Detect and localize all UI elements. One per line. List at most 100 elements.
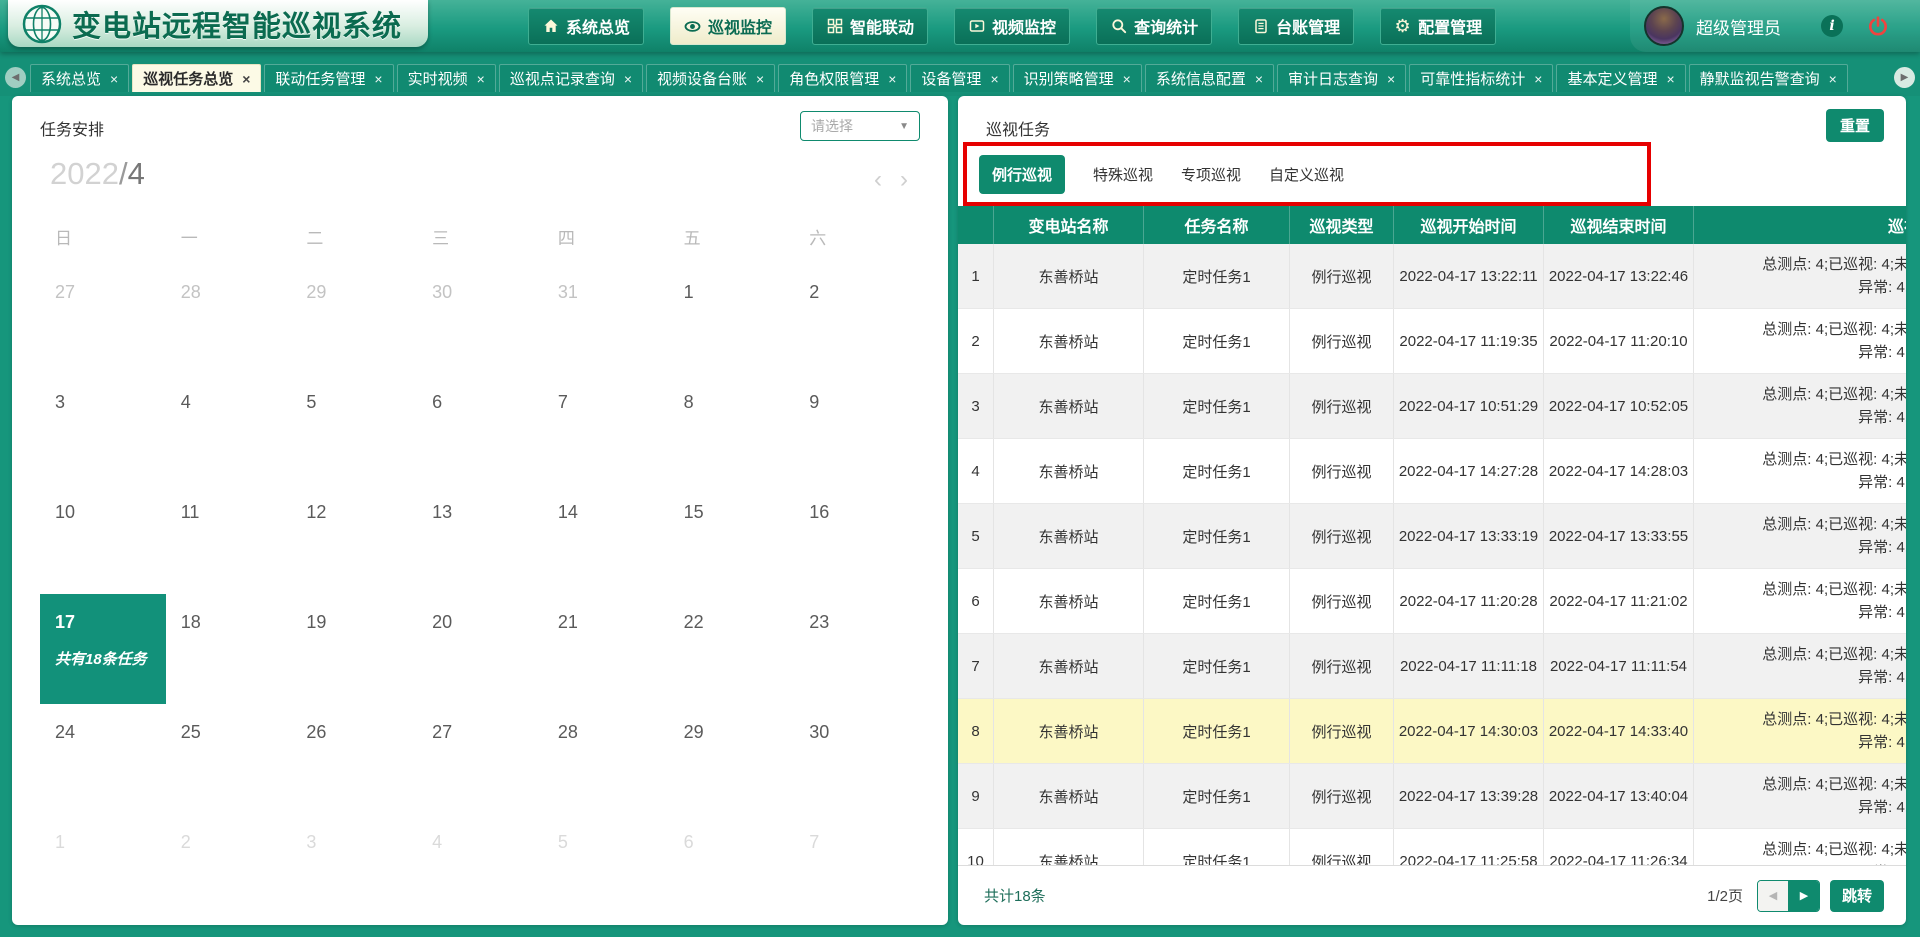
calendar-day[interactable]: 27 xyxy=(417,704,543,814)
tab-close-icon[interactable]: × xyxy=(1829,71,1837,87)
tab-close-icon[interactable]: × xyxy=(624,71,632,87)
next-page-icon[interactable]: ▶ xyxy=(1789,881,1819,911)
calendar-day[interactable]: 12 xyxy=(291,484,417,594)
nav-inspection-monitor[interactable]: 巡视监控 xyxy=(670,7,786,45)
tab[interactable]: 静默监视告警查询× xyxy=(1689,64,1848,92)
power-icon[interactable] xyxy=(1867,15,1889,37)
tab-close-icon[interactable]: × xyxy=(1534,71,1542,87)
calendar-day[interactable]: 4 xyxy=(417,814,543,924)
tab-close-icon[interactable]: × xyxy=(990,71,998,87)
tab[interactable]: 实时视频× xyxy=(397,64,496,92)
calendar-prev-icon[interactable]: ‹ xyxy=(874,168,882,192)
tab[interactable]: 基本定义管理× xyxy=(1556,64,1685,92)
task-filter-select[interactable]: 请选择 ▼ xyxy=(800,111,920,141)
calendar-day[interactable]: 2 xyxy=(166,814,292,924)
calendar-day[interactable]: 3 xyxy=(40,374,166,484)
table-row[interactable]: 10东善桥站定时任务1例行巡视2022-04-17 11:25:582022-0… xyxy=(958,829,1906,865)
tab[interactable]: 设备管理× xyxy=(910,64,1009,92)
calendar-day[interactable]: 25 xyxy=(166,704,292,814)
calendar-day[interactable]: 11 xyxy=(166,484,292,594)
calendar-day[interactable]: 14 xyxy=(543,484,669,594)
calendar-day[interactable]: 28 xyxy=(166,264,292,374)
calendar-day[interactable]: 28 xyxy=(543,704,669,814)
tab-close-icon[interactable]: × xyxy=(1666,71,1674,87)
tab[interactable]: 可靠性指标统计× xyxy=(1409,64,1553,92)
prev-page-icon[interactable]: ◀ xyxy=(1758,881,1789,911)
table-row[interactable]: 7东善桥站定时任务1例行巡视2022-04-17 11:11:182022-04… xyxy=(958,634,1906,699)
nav-ledger-management[interactable]: 台账管理 xyxy=(1238,7,1354,45)
calendar-day[interactable]: 3 xyxy=(291,814,417,924)
tab[interactable]: 联动任务管理× xyxy=(264,64,393,92)
tabbar-scroll-left-icon[interactable]: ◀ xyxy=(5,67,26,88)
inspection-type-tab[interactable]: 例行巡视 xyxy=(979,155,1065,194)
calendar-day[interactable]: 30 xyxy=(794,704,920,814)
calendar-day[interactable]: 31 xyxy=(543,264,669,374)
inspection-type-tab[interactable]: 专项巡视 xyxy=(1181,164,1241,185)
calendar-day[interactable]: 5 xyxy=(543,814,669,924)
table-row[interactable]: 4东善桥站定时任务1例行巡视2022-04-17 14:27:282022-04… xyxy=(958,439,1906,504)
tab-close-icon[interactable]: × xyxy=(1387,71,1395,87)
table-row[interactable]: 8东善桥站定时任务1例行巡视2022-04-17 14:30:032022-04… xyxy=(958,699,1906,764)
tab[interactable]: 系统总览× xyxy=(30,64,129,92)
info-icon[interactable]: i xyxy=(1821,15,1843,37)
tab[interactable]: 审计日志查询× xyxy=(1277,64,1406,92)
tab[interactable]: 视频设备台账× xyxy=(646,64,775,92)
calendar-day[interactable]: 1 xyxy=(669,264,795,374)
nav-query-statistics[interactable]: 查询统计 xyxy=(1096,7,1212,45)
tab-close-icon[interactable]: × xyxy=(1123,71,1131,87)
calendar-day[interactable]: 4 xyxy=(166,374,292,484)
tab-close-icon[interactable]: × xyxy=(756,71,764,87)
calendar-day[interactable]: 16 xyxy=(794,484,920,594)
inspection-type-tab[interactable]: 特殊巡视 xyxy=(1093,164,1153,185)
table-row[interactable]: 3东善桥站定时任务1例行巡视2022-04-17 10:51:292022-04… xyxy=(958,374,1906,439)
nav-system-overview[interactable]: 系统总览 xyxy=(528,7,644,45)
table-row[interactable]: 1东善桥站定时任务1例行巡视2022-04-17 13:22:112022-04… xyxy=(958,244,1906,309)
jump-button[interactable]: 跳转 xyxy=(1830,880,1884,912)
calendar-day[interactable]: 18 xyxy=(166,594,292,704)
tab[interactable]: 系统信息配置× xyxy=(1145,64,1274,92)
calendar-day[interactable]: 6 xyxy=(669,814,795,924)
calendar-next-icon[interactable]: › xyxy=(900,168,908,192)
tab-close-icon[interactable]: × xyxy=(374,71,382,87)
calendar-day[interactable]: 24 xyxy=(40,704,166,814)
calendar-day[interactable]: 29 xyxy=(669,704,795,814)
calendar-day[interactable]: 19 xyxy=(291,594,417,704)
calendar-day[interactable]: 27 xyxy=(40,264,166,374)
table-row[interactable]: 5东善桥站定时任务1例行巡视2022-04-17 13:33:192022-04… xyxy=(958,504,1906,569)
calendar-day[interactable]: 13 xyxy=(417,484,543,594)
tab[interactable]: 识别策略管理× xyxy=(1013,64,1142,92)
tab-close-icon[interactable]: × xyxy=(888,71,896,87)
tab-close-icon[interactable]: × xyxy=(1255,71,1263,87)
calendar-day[interactable]: 21 xyxy=(543,594,669,704)
tabbar-scroll-right-icon[interactable]: ▶ xyxy=(1894,67,1915,88)
nav-smart-linkage[interactable]: 智能联动 xyxy=(812,7,928,45)
calendar-day[interactable]: 6 xyxy=(417,374,543,484)
calendar-day[interactable]: 17共有18条任务 xyxy=(40,594,166,704)
table-row[interactable]: 9东善桥站定时任务1例行巡视2022-04-17 13:39:282022-04… xyxy=(958,764,1906,829)
table-row[interactable]: 6东善桥站定时任务1例行巡视2022-04-17 11:20:282022-04… xyxy=(958,569,1906,634)
calendar-day[interactable]: 23 xyxy=(794,594,920,704)
nav-config-management[interactable]: ⚙ 配置管理 xyxy=(1380,7,1496,45)
tab-close-icon[interactable]: × xyxy=(477,71,485,87)
calendar-day[interactable]: 5 xyxy=(291,374,417,484)
calendar-day[interactable]: 30 xyxy=(417,264,543,374)
calendar-day[interactable]: 15 xyxy=(669,484,795,594)
calendar-day[interactable]: 22 xyxy=(669,594,795,704)
reset-button[interactable]: 重置 xyxy=(1826,109,1884,142)
calendar-day[interactable]: 10 xyxy=(40,484,166,594)
calendar-day[interactable]: 20 xyxy=(417,594,543,704)
calendar-day[interactable]: 8 xyxy=(669,374,795,484)
tab[interactable]: 巡视点记录查询× xyxy=(499,64,643,92)
table-row[interactable]: 2东善桥站定时任务1例行巡视2022-04-17 11:19:352022-04… xyxy=(958,309,1906,374)
calendar-day[interactable]: 26 xyxy=(291,704,417,814)
inspection-type-tab[interactable]: 自定义巡视 xyxy=(1269,164,1344,185)
calendar-day[interactable]: 7 xyxy=(794,814,920,924)
calendar-day[interactable]: 2 xyxy=(794,264,920,374)
calendar-day[interactable]: 7 xyxy=(543,374,669,484)
tab-close-icon[interactable]: × xyxy=(242,71,250,87)
nav-video-monitor[interactable]: 视频监控 xyxy=(954,7,1070,45)
calendar-day[interactable]: 29 xyxy=(291,264,417,374)
tab[interactable]: 巡视任务总览× xyxy=(132,64,261,92)
calendar-day[interactable]: 9 xyxy=(794,374,920,484)
calendar-day[interactable]: 1 xyxy=(40,814,166,924)
